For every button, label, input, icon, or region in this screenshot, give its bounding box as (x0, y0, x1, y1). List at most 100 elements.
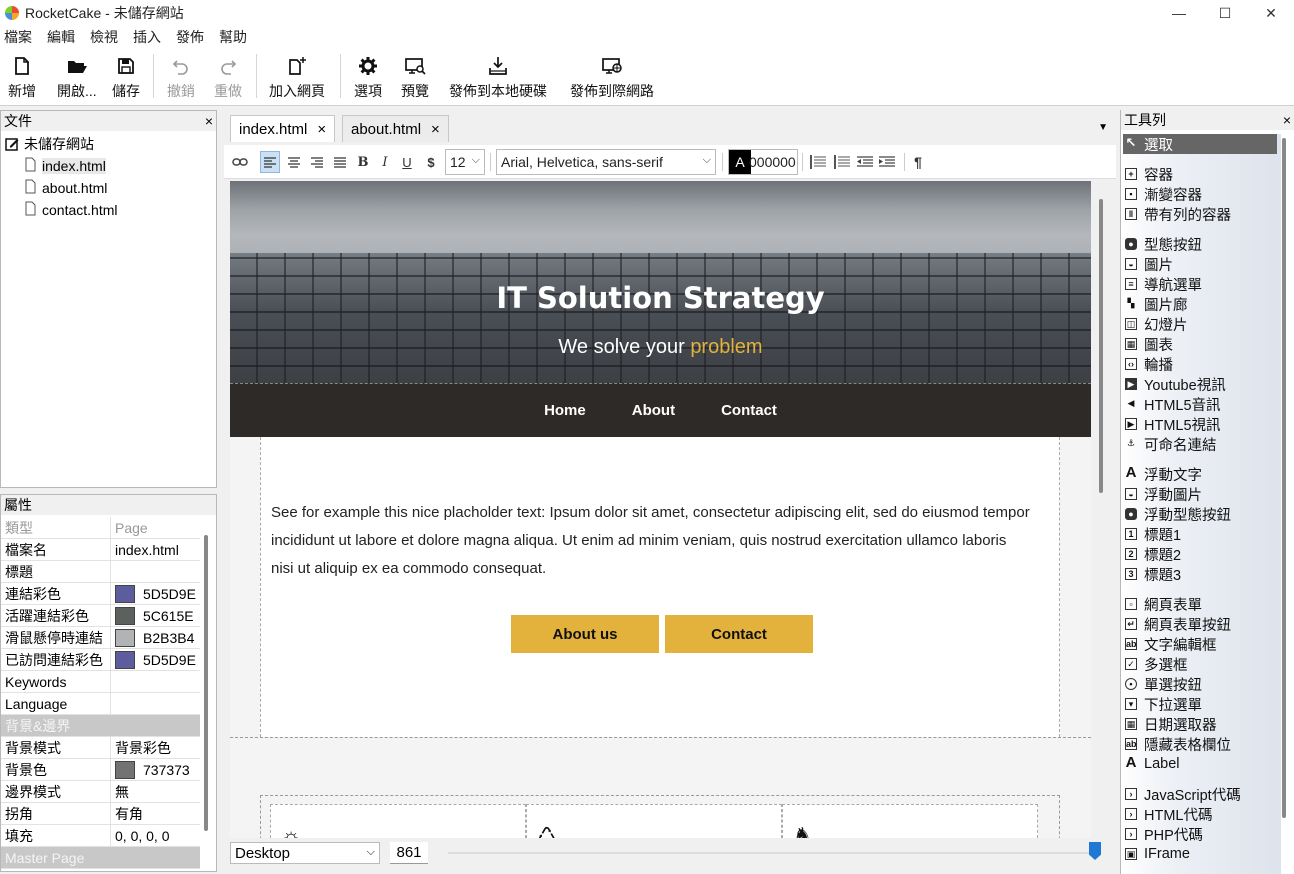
page-width-slider-thumb[interactable] (1089, 842, 1101, 860)
device-select[interactable]: Desktop ⌵ (230, 842, 380, 864)
tool-hidden-field[interactable]: ab 隱藏表格欄位 (1125, 734, 1231, 754)
tool-heading2[interactable]: 2 標題2 (1125, 544, 1181, 564)
nav-link-home[interactable]: Home (544, 402, 586, 419)
preview-button[interactable]: 預覽 (401, 54, 429, 102)
tool-radio[interactable]: • 單選按鈕 (1125, 674, 1202, 694)
tool-chart[interactable]: ▦ 圖表 (1125, 334, 1173, 354)
properties-scrollbar[interactable] (204, 535, 208, 831)
page-width-slider-track[interactable] (448, 852, 1096, 854)
new-button[interactable]: 新增 (8, 54, 36, 102)
menu-view[interactable]: 檢視 (90, 27, 118, 47)
italic-button[interactable]: I (376, 151, 394, 173)
nav-link-about[interactable]: About (632, 402, 675, 419)
tool-carousel[interactable]: ‹› 輪播 (1125, 354, 1173, 374)
tool-named-anchor[interactable]: ⚓ 可命名連結 (1125, 434, 1217, 454)
feature-column[interactable]: ♺ (526, 804, 782, 838)
publish-web-button[interactable]: 發佈到際網路 (570, 54, 654, 102)
underline-button[interactable]: U (398, 151, 416, 173)
property-section-background[interactable]: 背景&邊界 (1, 715, 200, 737)
property-row[interactable]: 標題 (1, 561, 200, 583)
bold-button[interactable]: B (354, 151, 372, 173)
tabs-dropdown-button[interactable]: ▼ (1098, 122, 1108, 133)
align-right-button[interactable] (307, 151, 327, 173)
tool-image[interactable]: ◒ 圖片 (1125, 254, 1173, 274)
font-size-select[interactable]: 12 ⌵ (445, 149, 485, 175)
property-row[interactable]: 背景模式 背景彩色 (1, 737, 200, 759)
tool-slideshow[interactable]: ◫ 幻燈片 (1125, 314, 1188, 334)
property-section-master-page[interactable]: Master Page (1, 847, 200, 869)
redo-button[interactable]: 重做 (214, 54, 242, 102)
tool-column-container[interactable]: ‖ 帶有列的容器 (1125, 204, 1231, 224)
menu-publish[interactable]: 發佈 (176, 27, 204, 47)
numbered-list-button[interactable] (832, 151, 852, 173)
hero-section[interactable]: IT Solution Strategy We solve your probl… (230, 181, 1091, 383)
tool-html5-video[interactable]: ▶ HTML5視訊 (1125, 414, 1221, 434)
publish-local-button[interactable]: 發佈到本地硬碟 (449, 54, 547, 102)
text-color-swatch[interactable]: A (729, 150, 751, 174)
design-canvas[interactable]: IT Solution Strategy We solve your probl… (230, 181, 1091, 838)
align-left-button[interactable] (260, 151, 280, 173)
menu-help[interactable]: 幫助 (219, 27, 247, 47)
maximize-button[interactable]: ☐ (1202, 0, 1248, 26)
tool-html5-audio[interactable]: ◀ HTML5音訊 (1125, 394, 1221, 414)
menu-edit[interactable]: 編輯 (47, 27, 75, 47)
tree-item-file[interactable]: index.html (1, 155, 216, 177)
page-width-field[interactable]: 861 (390, 842, 428, 864)
tree-item-site-root[interactable]: 未儲存網站 (1, 133, 216, 155)
tool-checkbox[interactable]: ✓ 多選框 (1125, 654, 1188, 674)
align-center-button[interactable] (284, 151, 304, 173)
font-family-select[interactable]: Arial, Helvetica, sans-serif ⌵ (496, 149, 716, 175)
outdent-button[interactable] (855, 151, 875, 173)
about-us-button[interactable]: About us (511, 615, 659, 653)
color-swatch[interactable] (115, 584, 135, 603)
content-container[interactable]: See for example this nice placholder tex… (260, 437, 1060, 737)
property-row[interactable]: 連結彩色 5D5D9E (1, 583, 200, 605)
files-panel-close-button[interactable]: × (205, 113, 213, 129)
tool-floating-button[interactable]: ● 浮動型態按鈕 (1125, 504, 1231, 524)
tree-item-file[interactable]: contact.html (1, 199, 216, 221)
property-row[interactable]: 滑鼠懸停時連結 B2B3B4 (1, 627, 200, 649)
tool-gradient-container[interactable]: ▪ 漸變容器 (1125, 184, 1202, 204)
tool-floating-image[interactable]: ◒ 浮動圖片 (1125, 484, 1202, 504)
tool-nav-menu[interactable]: ≡ 導航選單 (1125, 274, 1202, 294)
tree-item-file[interactable]: about.html (1, 177, 216, 199)
hero-title[interactable]: IT Solution Strategy (230, 281, 1091, 315)
nav-link-contact[interactable]: Contact (721, 402, 777, 419)
options-button[interactable]: 選項 (354, 54, 382, 102)
property-row[interactable]: 背景色 737373 (1, 759, 200, 781)
color-swatch[interactable] (115, 628, 135, 647)
save-button[interactable]: 儲存 (112, 54, 140, 102)
toolbox-close-button[interactable]: × (1283, 112, 1291, 128)
toolbox-scrollbar[interactable] (1282, 138, 1286, 818)
text-color-field[interactable]: A 000000 (728, 149, 798, 175)
page-nav-menu[interactable]: Home About Contact (230, 383, 1091, 437)
undo-button[interactable]: 撤銷 (167, 54, 195, 102)
minimize-button[interactable]: — (1156, 0, 1202, 26)
tab-close-button[interactable]: × (317, 121, 326, 138)
property-row[interactable]: 活躍連結彩色 5C615E (1, 605, 200, 627)
body-text[interactable]: See for example this nice placholder tex… (271, 499, 1031, 583)
tool-select[interactable]: ↖ 選取 (1123, 134, 1277, 154)
tool-html-code[interactable]: › HTML代碼 (1125, 804, 1212, 824)
link-icon[interactable] (230, 151, 250, 173)
feature-column[interactable]: ♞ (782, 804, 1038, 838)
tool-date-picker[interactable]: ▦ 日期選取器 (1125, 714, 1217, 734)
dollar-button[interactable]: $ (422, 151, 440, 173)
color-swatch[interactable] (115, 760, 135, 779)
canvas-scrollbar[interactable] (1099, 199, 1103, 493)
tool-heading1[interactable]: 1 標題1 (1125, 524, 1181, 544)
tool-dropdown[interactable]: ▾ 下拉選單 (1125, 694, 1202, 714)
tool-container[interactable]: + 容器 (1125, 164, 1173, 184)
color-swatch[interactable] (115, 650, 135, 669)
property-row[interactable]: 拐角 有角 (1, 803, 200, 825)
hero-subtitle[interactable]: We solve your problem (230, 336, 1091, 359)
tool-web-form[interactable]: ▫ 網頁表單 (1125, 594, 1202, 614)
tab-index-html[interactable]: index.html × (230, 115, 336, 142)
property-row[interactable]: Keywords (1, 671, 200, 693)
tool-iframe[interactable]: ▣ IFrame (1125, 844, 1190, 864)
color-swatch[interactable] (115, 606, 135, 625)
property-row[interactable]: 填充 0, 0, 0, 0 (1, 825, 200, 847)
close-window-button[interactable]: ✕ (1248, 0, 1294, 26)
bullet-list-button[interactable] (808, 151, 828, 173)
open-button[interactable]: 開啟... (57, 54, 97, 102)
